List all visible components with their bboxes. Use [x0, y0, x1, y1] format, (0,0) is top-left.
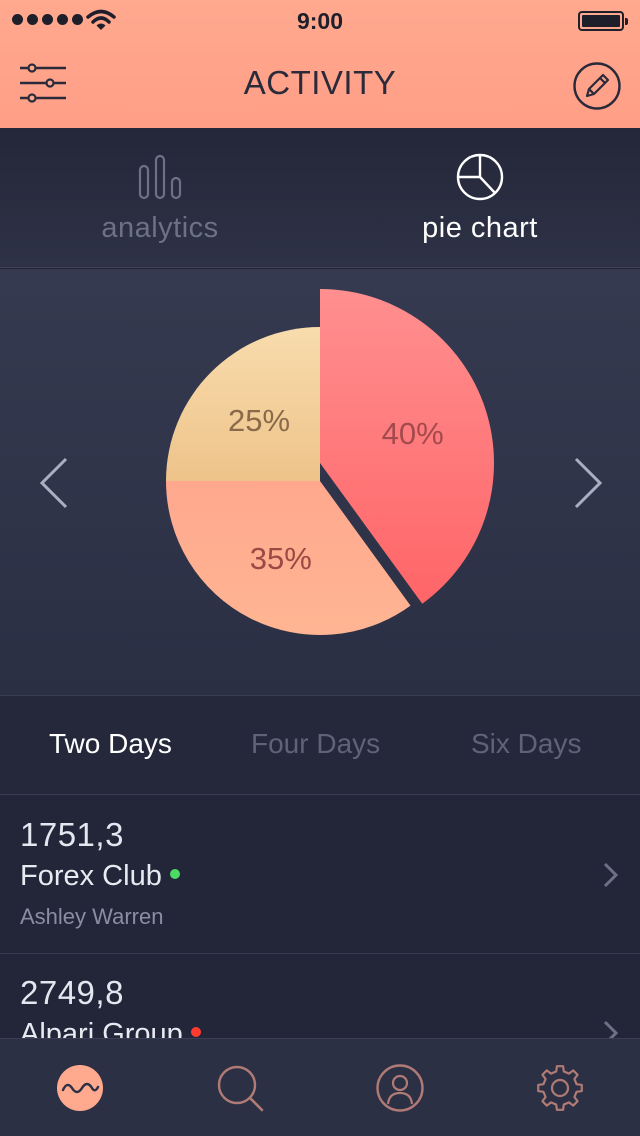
activity-list: 1751,3 Forex Club Ashley Warren 2749,8 A… [0, 796, 640, 1038]
status-time: 9:00 [296, 8, 344, 34]
battery-icon [578, 11, 628, 31]
status-bar: 9:00 [0, 0, 640, 40]
bar-chart-icon [138, 154, 182, 200]
tab-four-days[interactable]: Four Days [251, 728, 380, 760]
wave-icon[interactable] [55, 1063, 105, 1113]
period-tabs: Two Days Four Days Six Days [0, 695, 640, 795]
tab-bar [0, 1038, 640, 1136]
list-item[interactable]: 2749,8 Alpari Group [0, 954, 640, 1038]
pie-slice-label: 40% [382, 416, 444, 451]
tab-analytics[interactable]: analytics [0, 128, 320, 268]
chevron-right-icon [603, 1020, 619, 1038]
item-company-label: Forex Club [20, 860, 162, 892]
search-icon[interactable] [215, 1063, 265, 1113]
pie-slice-label: 35% [250, 541, 312, 576]
status-dot [169, 869, 180, 880]
item-company: Alpari Group [20, 1018, 201, 1038]
tab-six-days[interactable]: Six Days [471, 728, 581, 760]
header: 9:00 ACTIVITY [0, 0, 640, 128]
tab-analytics-label: analytics [101, 212, 219, 244]
gear-icon[interactable] [535, 1063, 585, 1113]
chevron-right-icon[interactable] [566, 453, 606, 513]
pie-chart-icon [456, 153, 504, 201]
pencil-icon[interactable] [572, 61, 622, 111]
item-amount: 1751,3 [20, 816, 124, 853]
item-amount: 2749,8 [20, 974, 124, 1011]
pie-chart: 40% 35% 25% [166, 289, 494, 636]
view-switch: analytics pie chart [0, 128, 640, 268]
chevron-right-icon [603, 862, 619, 888]
page-title: ACTIVITY [243, 64, 397, 101]
tab-pie-chart[interactable]: pie chart [320, 128, 640, 268]
item-person: Ashley Warren [20, 904, 164, 929]
pie-slice-label: 25% [228, 403, 290, 438]
user-icon[interactable] [375, 1063, 425, 1113]
tab-pie-chart-label: pie chart [422, 212, 538, 244]
status-dot [190, 1027, 201, 1038]
chart-area: 40% 35% 25% [0, 269, 640, 695]
list-item[interactable]: 1751,3 Forex Club Ashley Warren [0, 796, 640, 954]
app-screen: 9:00 ACTIVITY analytics pie chart 40% 35… [0, 0, 640, 1136]
item-company-label: Alpari Group [20, 1018, 183, 1038]
tab-two-days[interactable]: Two Days [49, 728, 172, 760]
item-company: Forex Club [20, 860, 180, 893]
chevron-left-icon[interactable] [36, 453, 76, 513]
